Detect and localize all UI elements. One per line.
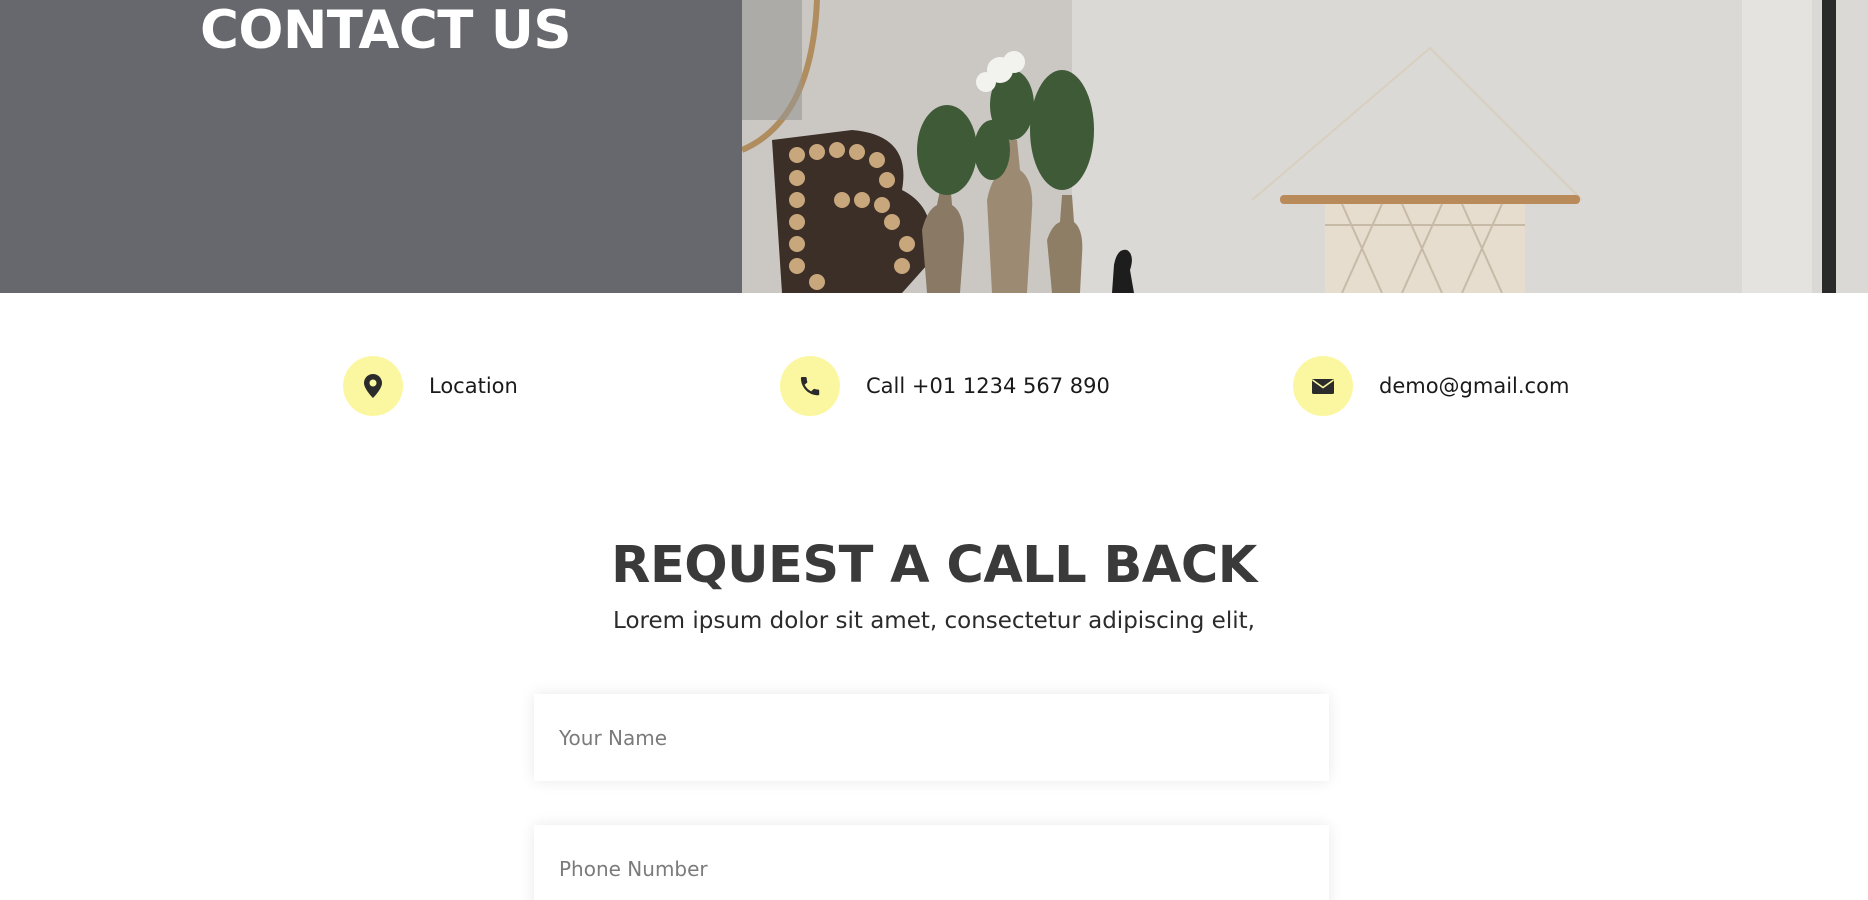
hero-photo-illustration — [742, 0, 1868, 293]
email-text[interactable]: demo@gmail.com — [1379, 374, 1569, 398]
callback-subtitle: Lorem ipsum dolor sit amet, consectetur … — [613, 608, 1255, 634]
page-title: CONTACT US — [200, 0, 572, 61]
contact-email[interactable]: demo@gmail.com — [1293, 356, 1569, 416]
name-input[interactable] — [534, 694, 1329, 781]
phone-icon — [780, 356, 840, 416]
hero-banner: CONTACT US — [0, 0, 1868, 293]
envelope-icon — [1293, 356, 1353, 416]
phone-text[interactable]: Call +01 1234 567 890 — [866, 374, 1110, 398]
contact-phone[interactable]: Call +01 1234 567 890 — [780, 356, 1110, 416]
phone-number-input[interactable] — [534, 825, 1329, 900]
contact-location: Location — [343, 356, 518, 416]
contact-page: CONTACT US Location Call +01 1234 567 89… — [0, 0, 1868, 900]
callback-title: REQUEST A CALL BACK — [611, 536, 1257, 595]
hero-image — [742, 0, 1868, 293]
map-marker-icon — [343, 356, 403, 416]
hero-panel: CONTACT US — [0, 0, 742, 293]
phone-field-container — [534, 825, 1329, 900]
location-text: Location — [429, 374, 518, 398]
name-field-container — [534, 694, 1329, 781]
